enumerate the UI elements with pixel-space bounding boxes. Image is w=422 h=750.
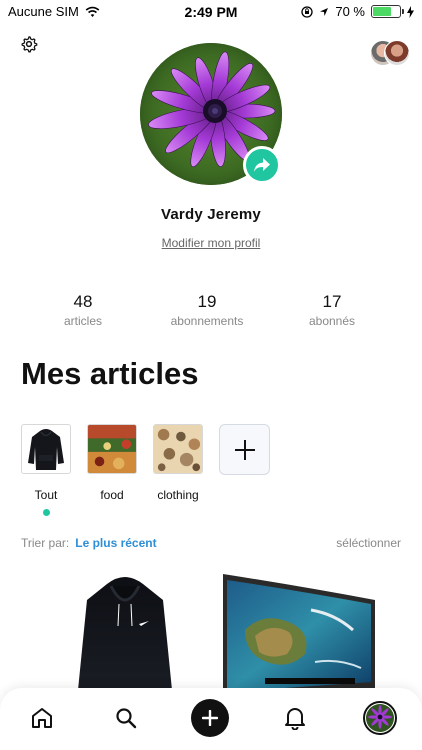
nav-home[interactable] xyxy=(26,702,58,734)
nav-add-button[interactable] xyxy=(191,699,229,737)
profile-stats: 48 articles 19 abonnements 17 abonnés xyxy=(0,292,422,332)
category-thumbnail xyxy=(87,424,137,474)
hoodie-image xyxy=(28,429,64,470)
hoodie-product-image xyxy=(77,577,173,700)
food-image xyxy=(88,425,136,473)
sort-value[interactable]: Le plus récent xyxy=(75,536,156,550)
bell-icon xyxy=(285,708,305,730)
section-title: Mes articles xyxy=(21,356,199,391)
category-clothing[interactable]: clothing xyxy=(143,424,213,502)
stat-value: 19 xyxy=(197,292,217,311)
tv-product-image xyxy=(223,574,375,700)
article-card[interactable] xyxy=(215,570,385,700)
orientation-lock-icon xyxy=(301,5,314,18)
location-icon xyxy=(320,7,329,16)
profile-avatar xyxy=(366,704,394,732)
selected-indicator xyxy=(42,509,50,516)
stat-following[interactable]: 19 abonnements xyxy=(152,292,262,328)
stat-label: abonnés xyxy=(308,314,356,328)
clothing-image xyxy=(154,425,202,473)
search-icon xyxy=(116,708,137,729)
stat-label: articles xyxy=(63,314,102,328)
stat-followers[interactable]: 17 abonnés xyxy=(277,292,387,328)
stat-label: abonnements xyxy=(170,314,244,328)
battery-percent: 70 % xyxy=(335,4,365,19)
charging-icon xyxy=(407,5,414,18)
category-thumbnail xyxy=(21,424,71,474)
nav-profile-avatar[interactable] xyxy=(363,701,397,735)
category-label: food xyxy=(100,488,124,502)
category-label: Tout xyxy=(34,488,58,502)
profile-name: Vardy Jeremy xyxy=(161,206,261,223)
category-food[interactable]: food xyxy=(77,424,147,502)
edit-profile-link[interactable]: Modifier mon profil xyxy=(0,236,422,250)
stat-value: 48 xyxy=(73,292,93,311)
plus-icon xyxy=(234,439,255,460)
friend-avatar xyxy=(384,40,410,66)
share-arrow-icon xyxy=(254,158,270,172)
battery-icon xyxy=(371,5,404,18)
sort-label: Trier par: xyxy=(21,536,70,550)
sort-control[interactable]: Trier par: Le plus récent xyxy=(21,536,157,550)
gear-icon[interactable] xyxy=(20,35,38,53)
nav-notifications[interactable] xyxy=(279,702,311,734)
share-button[interactable] xyxy=(243,146,281,184)
stat-value: 17 xyxy=(322,292,342,311)
status-bar: Aucune SIM 2:49 PM 70 % xyxy=(0,0,422,24)
bottom-nav xyxy=(0,688,422,750)
category-all[interactable]: Tout xyxy=(11,424,81,516)
friends-avatars[interactable] xyxy=(370,40,410,68)
plus-icon xyxy=(202,710,218,726)
select-button[interactable]: séléctionner xyxy=(336,536,401,550)
home-icon xyxy=(32,708,52,728)
article-card[interactable] xyxy=(55,570,195,700)
category-thumbnail xyxy=(153,424,203,474)
add-category-button[interactable] xyxy=(219,424,270,475)
stat-articles[interactable]: 48 articles xyxy=(28,292,138,328)
category-label: clothing xyxy=(157,488,199,502)
nav-search[interactable] xyxy=(110,702,142,734)
